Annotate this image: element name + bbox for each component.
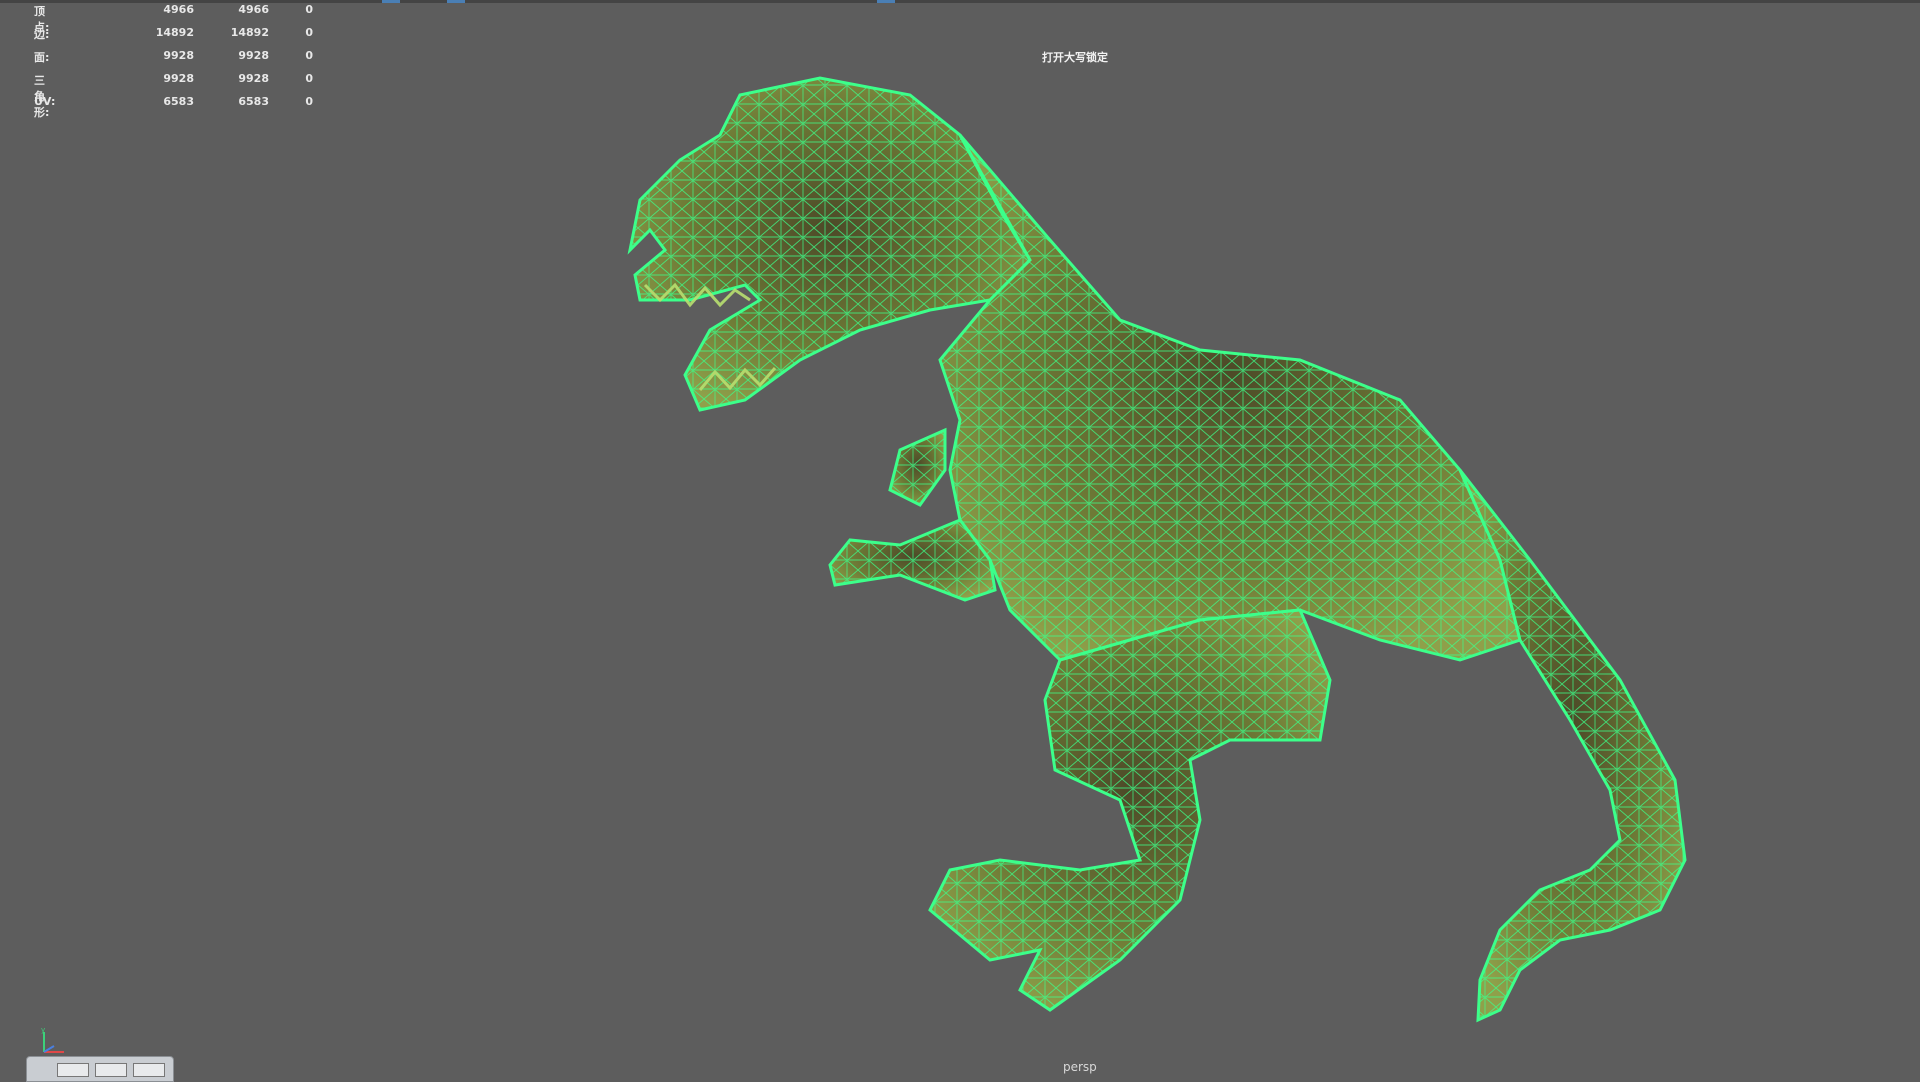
- hud-value: 9928: [163, 72, 194, 85]
- hud-value: 0: [305, 49, 313, 62]
- caps-lock-message: 打开大写锁定: [1042, 51, 1108, 64]
- svg-text:y: y: [41, 1026, 45, 1034]
- 3d-viewport[interactable]: 顶点: 4966 4966 0 边: 14892 14892 0 面: 9928…: [0, 0, 1920, 1082]
- hud-value: 9928: [238, 72, 269, 85]
- t-rex-wireframe-model[interactable]: [0, 0, 1920, 1080]
- hud-label: 边:: [34, 28, 50, 41]
- hud-value: 6583: [238, 95, 269, 108]
- dino-wireframe-overlay: [630, 78, 1685, 1020]
- hud-value: 6583: [163, 95, 194, 108]
- hud-value: 9928: [163, 49, 194, 62]
- hud-value: 0: [305, 3, 313, 16]
- hud-value: 9928: [238, 49, 269, 62]
- hud-value: 0: [305, 26, 313, 39]
- hud-value: 14892: [230, 26, 269, 39]
- camera-label[interactable]: persp: [1063, 1060, 1097, 1074]
- toolbar-button[interactable]: [133, 1063, 165, 1077]
- hud-value: 14892: [155, 26, 194, 39]
- toolbar-button[interactable]: [57, 1063, 89, 1077]
- toolbar-button[interactable]: [95, 1063, 127, 1077]
- hud-value: 0: [305, 95, 313, 108]
- mini-toolbar: [26, 1056, 174, 1082]
- axis-gizmo-icon: y: [41, 1026, 64, 1053]
- hud-value: 0: [305, 72, 313, 85]
- hud-label: UV:: [34, 95, 56, 108]
- hud-value: 4966: [238, 3, 269, 16]
- hud-value: 4966: [163, 3, 194, 16]
- hud-label: 面:: [34, 51, 50, 64]
